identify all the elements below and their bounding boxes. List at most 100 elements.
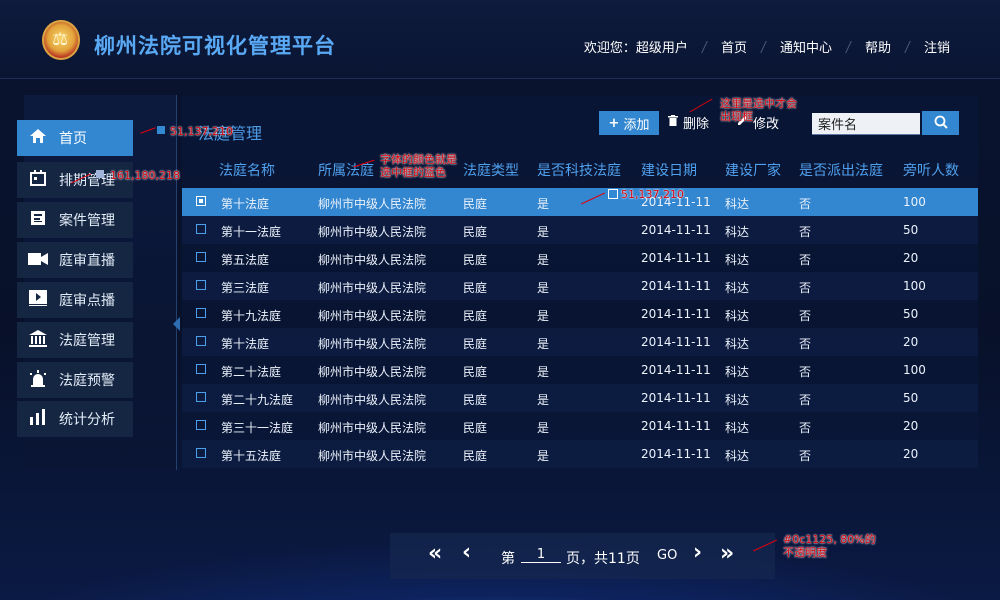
- table-row[interactable]: 第二十九法庭 柳州市中级人民法院 民庭 是 2014-11-11 科达 否 50: [182, 384, 978, 412]
- sidebar-collapse-handle[interactable]: [173, 317, 180, 331]
- search-input[interactable]: [812, 113, 920, 135]
- table-cell: 是: [537, 197, 550, 211]
- table-cell: 柳州市中级人民法院: [318, 197, 427, 211]
- row-checkbox[interactable]: [196, 392, 206, 402]
- sidebar-item-warning[interactable]: 法庭预警: [17, 362, 133, 398]
- table-cell: 20: [903, 447, 919, 461]
- app-title: 柳州法院可视化管理平台: [94, 34, 336, 58]
- table-cell: 柳州市中级人民法院: [318, 281, 427, 295]
- table-cell: 科达: [725, 393, 750, 407]
- prev-page-button[interactable]: ‹: [462, 540, 471, 565]
- row-checkbox[interactable]: [196, 280, 206, 290]
- table-cell: 20: [903, 419, 919, 433]
- row-checkbox[interactable]: [196, 420, 206, 430]
- row-checkbox[interactable]: [196, 364, 206, 374]
- page-number-input[interactable]: 1: [521, 547, 561, 563]
- row-checkbox[interactable]: [196, 224, 206, 234]
- color-swatch: [96, 170, 104, 178]
- next-page-button[interactable]: ›: [693, 540, 702, 565]
- column-header[interactable]: 是否科技法庭: [537, 160, 621, 180]
- table-cell: 科达: [725, 197, 750, 211]
- row-checkbox[interactable]: [196, 448, 206, 458]
- nav-help-link[interactable]: 帮助: [865, 37, 891, 56]
- table-cell: 科达: [725, 225, 750, 239]
- table-cell: 民庭: [463, 225, 488, 239]
- last-page-button[interactable]: »: [720, 541, 734, 566]
- table-cell: 第三十一法庭: [221, 421, 294, 435]
- table-cell: 柳州市中级人民法院: [318, 225, 427, 239]
- sidebar-item-label: 庭审点播: [59, 293, 115, 309]
- table-row[interactable]: 第十一法庭 柳州市中级人民法院 民庭 是 2014-11-11 科达 否 50: [182, 216, 978, 244]
- column-header[interactable]: 法庭类型: [463, 160, 519, 180]
- sidebar-item-label: 法庭管理: [59, 333, 115, 349]
- sidebar-item-stats[interactable]: 统计分析: [17, 401, 133, 437]
- row-checkbox[interactable]: [196, 308, 206, 318]
- court-emblem-logo: [42, 20, 80, 60]
- row-checkbox[interactable]: [196, 252, 206, 262]
- table-cell: 否: [799, 309, 812, 323]
- table-row[interactable]: 第十五法庭 柳州市中级人民法院 民庭 是 2014-11-11 科达 否 20: [182, 440, 978, 468]
- search-icon: [934, 114, 948, 133]
- sidebar-item-label: 案件管理: [59, 213, 115, 229]
- go-button[interactable]: GO: [657, 548, 677, 563]
- annotation-hover-color: 161,180,218: [110, 169, 180, 182]
- table-cell: 民庭: [463, 281, 488, 295]
- table-cell: 是: [537, 337, 550, 351]
- delete-button-label: 删除: [683, 117, 710, 132]
- sidebar-item-court[interactable]: 法庭管理: [17, 322, 133, 358]
- search-button[interactable]: [922, 111, 959, 135]
- table-cell: 第十一法庭: [221, 225, 282, 239]
- table-cell: 科达: [725, 281, 750, 295]
- table-cell: 100: [903, 363, 926, 377]
- nav-notification-link[interactable]: 通知中心: [780, 37, 832, 56]
- table-row[interactable]: 第三法庭 柳州市中级人民法院 民庭 是 2014-11-11 科达 否 100: [182, 272, 978, 300]
- sidebar-item-label: 首页: [59, 131, 87, 147]
- row-checkbox[interactable]: [196, 196, 206, 206]
- table-cell: 20: [903, 251, 919, 265]
- sidebar-item-home[interactable]: 首页: [17, 120, 133, 156]
- table-row[interactable]: 第十法庭 柳州市中级人民法院 民庭 是 2014-11-11 科达 否 20: [182, 328, 978, 356]
- table-row[interactable]: 第五法庭 柳州市中级人民法院 民庭 是 2014-11-11 科达 否 20: [182, 244, 978, 272]
- table-cell: 民庭: [463, 309, 488, 323]
- table-cell: 2014-11-11: [641, 251, 711, 265]
- table-cell: 否: [799, 449, 812, 463]
- table-row[interactable]: 第三十一法庭 柳州市中级人民法院 民庭 是 2014-11-11 科达 否 20: [182, 412, 978, 440]
- table-cell: 20: [903, 335, 919, 349]
- video-camera-icon: [27, 251, 49, 270]
- table-cell: 柳州市中级人民法院: [318, 337, 427, 351]
- sidebar-item-cases[interactable]: 案件管理: [17, 202, 133, 238]
- home-icon: [27, 128, 49, 148]
- table-cell: 否: [799, 337, 812, 351]
- table-cell: 否: [799, 197, 812, 211]
- row-checkbox[interactable]: [196, 336, 206, 346]
- table-cell: 民庭: [463, 365, 488, 379]
- table-row[interactable]: 第十九法庭 柳州市中级人民法院 民庭 是 2014-11-11 科达 否 50: [182, 300, 978, 328]
- table-cell: 科达: [725, 253, 750, 267]
- column-header[interactable]: 旁听人数: [903, 160, 959, 180]
- nav-divider: [845, 40, 852, 53]
- column-header[interactable]: 是否派出法庭: [799, 160, 883, 180]
- sidebar-item-live[interactable]: 庭审直播: [17, 242, 133, 278]
- table-row[interactable]: 第十法庭 柳州市中级人民法院 民庭是 2014-11-11 科达否 100: [182, 188, 978, 216]
- first-page-button[interactable]: «: [428, 541, 442, 566]
- sidebar-item-vod[interactable]: 庭审点播: [17, 282, 133, 318]
- nav-home-link[interactable]: 首页: [721, 37, 747, 56]
- add-button[interactable]: + 添加: [599, 111, 659, 135]
- add-button-label: 添加: [623, 117, 650, 133]
- column-header[interactable]: 建设厂家: [725, 160, 781, 180]
- table-cell: 是: [537, 449, 550, 463]
- bar-chart-icon: [27, 409, 49, 429]
- table-cell: 50: [903, 223, 919, 237]
- table-cell: 第二十法庭: [221, 365, 282, 379]
- table-cell: 第十九法庭: [221, 309, 282, 323]
- nav-logout-link[interactable]: 注销: [924, 37, 950, 56]
- table-row[interactable]: 第二十法庭 柳州市中级人民法院 民庭 是 2014-11-11 科达 否 100: [182, 356, 978, 384]
- table-cell: 民庭: [463, 197, 488, 211]
- table-cell: 否: [799, 365, 812, 379]
- delete-button[interactable]: 删除: [668, 113, 709, 132]
- column-header[interactable]: 建设日期: [641, 160, 697, 180]
- column-header[interactable]: 法庭名称: [219, 160, 275, 180]
- table-cell: 2014-11-11: [641, 223, 711, 237]
- table-cell: 柳州市中级人民法院: [318, 365, 427, 379]
- table-cell: 是: [537, 253, 550, 267]
